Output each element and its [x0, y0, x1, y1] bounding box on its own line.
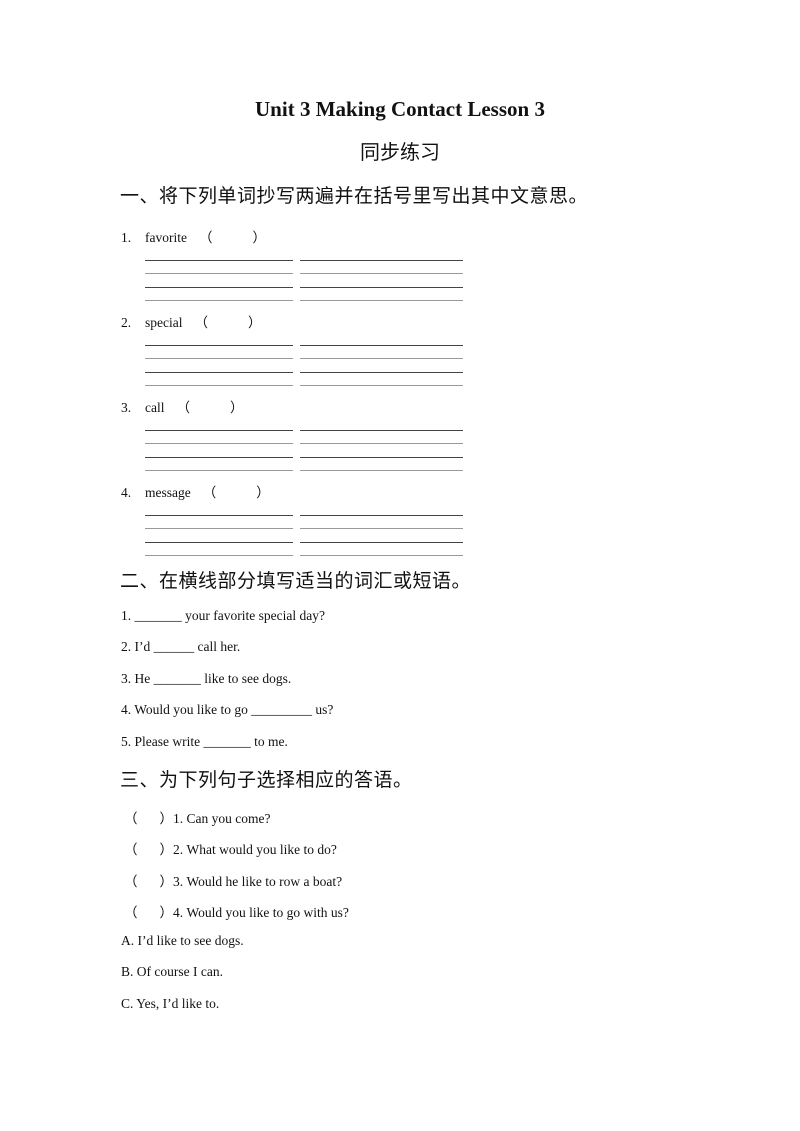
copy-writing-line[interactable] [145, 457, 293, 458]
answer-option: B. Of course I can. [121, 964, 223, 979]
answer-blank[interactable]: _______ [154, 671, 201, 686]
vocab-word: call [145, 400, 165, 415]
copy-writing-line[interactable] [300, 273, 463, 274]
sentence-start: 4. Would you like to go [121, 702, 252, 717]
meaning-paren-open: （ [198, 230, 213, 245]
sentence-start: 2. I’d [121, 639, 154, 654]
sentence-end: like to see dogs. [200, 671, 292, 686]
vocab-word: message [145, 485, 191, 500]
copy-writing-line[interactable] [145, 385, 293, 386]
meaning-paren-close: ） [252, 230, 266, 245]
fill-blank-item: 4. Would you like to go _________ us? [121, 702, 333, 718]
match-question: （ ）3. Would he like to row a boat? [124, 870, 342, 890]
answer-option: A. I’d like to see dogs. [121, 933, 244, 948]
answer-option: C. Yes, I’d like to. [121, 996, 220, 1011]
sentence-start: 5. Please write [121, 734, 204, 749]
vocab-word: favorite [145, 230, 187, 245]
meaning-paren-open: （ [202, 485, 217, 500]
sentence-end: call her. [194, 639, 241, 654]
meaning-paren-close: ） [247, 315, 262, 330]
fill-blank-item: 2. I’d ______ call her. [121, 639, 240, 655]
answer-paren-close: ） [159, 842, 174, 857]
answer-blank[interactable]: ______ [154, 639, 195, 654]
sentence-end: us? [312, 702, 334, 717]
document-subtitle: 同步练习 [360, 140, 440, 164]
meaning-paren-open: （ [194, 315, 208, 330]
match-question: （ ）1. Can you come? [124, 807, 270, 827]
copy-writing-line[interactable] [145, 300, 293, 301]
answer-paren-open: （ [124, 905, 138, 920]
copy-writing-line[interactable] [145, 528, 293, 529]
item-number: 3. [121, 400, 132, 415]
fill-blank-item: 1. _______ your favorite special day? [121, 608, 325, 624]
copy-writing-line[interactable] [145, 555, 293, 556]
sentence-start: 1. [121, 608, 135, 623]
word-item: 2. special （ ） [121, 311, 261, 331]
answer-paren-open: （ [124, 874, 138, 889]
copy-writing-line[interactable] [300, 372, 463, 373]
sentence-end: to me. [250, 734, 288, 749]
section3-heading: 三、为下列句子选择相应的答语。 [120, 769, 413, 791]
answer-blank[interactable]: _______ [203, 734, 250, 749]
copy-writing-line[interactable] [300, 443, 463, 444]
item-number: 4. [121, 485, 132, 500]
copy-writing-line[interactable] [145, 273, 293, 274]
question-text: 1. Can you come? [173, 811, 271, 826]
section1-heading: 一、将下列单词抄写两遍并在括号里写出其中文意思。 [120, 185, 589, 207]
sentence-start: 3. He [121, 671, 154, 686]
copy-writing-line[interactable] [300, 300, 463, 301]
answer-paren-open: （ [124, 842, 138, 857]
copy-writing-line[interactable] [300, 555, 463, 556]
meaning-paren-close: ） [256, 485, 270, 500]
sentence-end: your favorite special day? [181, 608, 325, 623]
answer-paren-close: ） [159, 905, 174, 920]
meaning-paren-close: ） [230, 400, 244, 415]
answer-blank[interactable]: _________ [251, 702, 312, 717]
document-title: Unit 3 Making Contact Lesson 3 [255, 97, 545, 121]
copy-writing-line[interactable] [300, 345, 463, 346]
item-number: 1. [121, 230, 132, 245]
fill-blank-item: 5. Please write _______ to me. [121, 734, 288, 750]
copy-writing-line[interactable] [145, 345, 293, 346]
copy-writing-line[interactable] [145, 260, 293, 261]
copy-writing-line[interactable] [300, 385, 463, 386]
copy-writing-line[interactable] [145, 358, 293, 359]
match-question: （ ）4. Would you like to go with us? [124, 901, 349, 921]
word-item: 1. favorite （ ） [121, 226, 266, 246]
copy-writing-line[interactable] [300, 470, 463, 471]
copy-writing-line[interactable] [145, 542, 293, 543]
answer-paren-close: ） [159, 811, 174, 826]
copy-writing-line[interactable] [145, 287, 293, 288]
copy-writing-line[interactable] [145, 470, 293, 471]
answer-blank[interactable]: _______ [135, 608, 182, 623]
copy-writing-line[interactable] [145, 515, 293, 516]
fill-blank-item: 3. He _______ like to see dogs. [121, 671, 291, 687]
question-text: 3. Would he like to row a boat? [173, 874, 343, 889]
word-item: 3. call （ ） [121, 396, 244, 416]
copy-writing-line[interactable] [300, 457, 463, 458]
question-text: 4. Would you like to go with us? [173, 905, 349, 920]
item-number: 2. [121, 315, 132, 330]
copy-writing-line[interactable] [145, 372, 293, 373]
copy-writing-line[interactable] [300, 515, 463, 516]
copy-writing-line[interactable] [300, 528, 463, 529]
copy-writing-line[interactable] [300, 260, 463, 261]
answer-paren-close: ） [159, 874, 174, 889]
copy-writing-line[interactable] [300, 287, 463, 288]
meaning-paren-open: （ [176, 400, 191, 415]
word-item: 4. message （ ） [121, 481, 270, 501]
question-text: 2. What would you like to do? [173, 842, 337, 857]
copy-writing-line[interactable] [145, 430, 293, 431]
match-question: （ ）2. What would you like to do? [124, 838, 337, 858]
copy-writing-line[interactable] [145, 443, 293, 444]
copy-writing-line[interactable] [300, 430, 463, 431]
copy-writing-line[interactable] [300, 542, 463, 543]
vocab-word: special [145, 315, 183, 330]
copy-writing-line[interactable] [300, 358, 463, 359]
section2-heading: 二、在横线部分填写适当的词汇或短语。 [120, 570, 472, 592]
answer-paren-open: （ [124, 811, 138, 826]
